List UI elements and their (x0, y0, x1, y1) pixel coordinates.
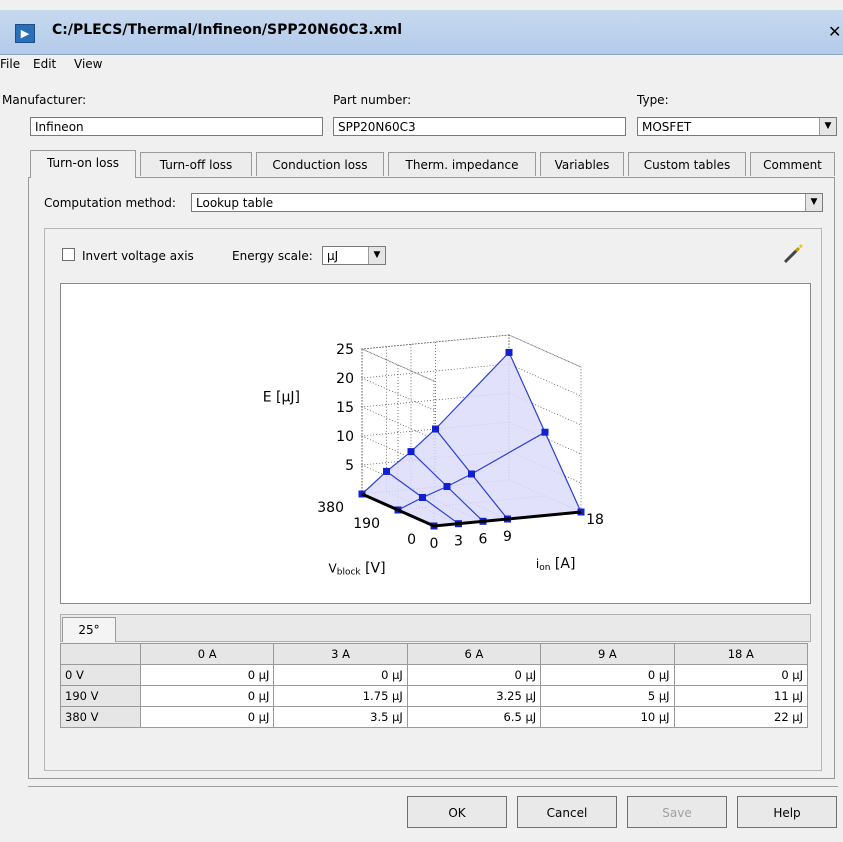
loss-surface-chart: 510152025E [μJ]3801900 0 3 6 918Vblock [V] io… (263, 334, 604, 578)
part-number-label: Part number: (333, 93, 412, 107)
row-header[interactable]: 380 V (60, 706, 141, 728)
cancel-button[interactable]: Cancel (517, 796, 617, 828)
computation-method-label: Computation method: (44, 196, 176, 210)
data-point (443, 483, 451, 490)
table-row: 380 V 0 μJ 3.5 μJ 6.5 μJ 10 μJ 22 μJ (60, 706, 809, 728)
table-cell[interactable]: 0 μJ (540, 664, 675, 686)
i-tick-label: 18 (586, 512, 604, 528)
menu-file[interactable]: File (0, 57, 20, 71)
table-cell[interactable]: 0 μJ (273, 664, 408, 686)
invert-voltage-label: Invert voltage axis (82, 249, 194, 263)
window-title: C:/PLECS/Thermal/Infineon/SPP20N60C3.xml (52, 22, 403, 38)
type-value: MOSFET (642, 120, 692, 134)
tab-variables[interactable]: Variables (540, 152, 624, 176)
column-header[interactable]: 0 A (139, 643, 275, 665)
table-corner-cell (60, 643, 141, 665)
tab-custom-tables[interactable]: Custom tables (628, 152, 746, 176)
data-point (541, 428, 549, 436)
manufacturer-input[interactable]: Infineon (30, 117, 323, 136)
data-point (383, 467, 390, 475)
table-row: 190 V 0 μJ 1.75 μJ 3.25 μJ 5 μJ 11 μJ (60, 685, 809, 707)
table-cell[interactable]: 0 μJ (139, 706, 275, 728)
computation-method-value: Lookup table (196, 196, 274, 210)
help-button[interactable]: Help (737, 796, 837, 828)
divider (28, 786, 838, 787)
app-icon: ▶ (15, 24, 35, 43)
row-header[interactable]: 0 V (60, 664, 141, 686)
z-axis-label: E [μJ] (263, 389, 300, 405)
energy-scale-value: μJ (327, 249, 339, 263)
ok-button[interactable]: OK (407, 796, 507, 828)
table-cell[interactable]: 10 μJ (540, 706, 675, 728)
computation-method-dropdown[interactable]: Lookup table ▼ (191, 193, 823, 212)
i-axis-label: ion [A] (536, 556, 576, 573)
column-header[interactable]: 9 A (540, 643, 675, 665)
z-tick-label: 20 (336, 371, 354, 387)
menu-edit[interactable]: Edit (33, 57, 56, 71)
tab-comment[interactable]: Comment (750, 152, 835, 176)
table-cell[interactable]: 5 μJ (540, 685, 675, 707)
v-tick-label: 380 (317, 500, 344, 516)
data-point (432, 425, 439, 433)
table-cell[interactable]: 6.5 μJ (406, 706, 542, 728)
energy-scale-dropdown[interactable]: μJ ▼ (322, 246, 386, 265)
v-axis-label: Vblock [V] (329, 561, 386, 578)
column-header[interactable]: 18 A (673, 643, 809, 665)
z-tick-label: 25 (336, 342, 354, 358)
type-label: Type: (637, 93, 669, 107)
menu-view[interactable]: View (74, 57, 102, 71)
tab-temperature-25[interactable]: 25° (62, 617, 116, 642)
table-cell[interactable]: 1.75 μJ (273, 685, 408, 707)
manufacturer-label: Manufacturer: (2, 93, 87, 107)
data-point (407, 448, 415, 456)
menu-bar: File Edit View (0, 54, 843, 74)
close-button[interactable]: ✕ (828, 20, 843, 44)
z-tick-label: 10 (336, 429, 354, 445)
table-cell[interactable]: 3.5 μJ (273, 706, 408, 728)
tab-therm-impedance[interactable]: Therm. impedance (388, 152, 536, 176)
i-tick-label: 9 (503, 529, 512, 545)
z-tick-label: 15 (336, 400, 354, 416)
column-header[interactable]: 6 A (406, 643, 542, 665)
tab-turn-on-loss[interactable]: Turn-on loss (30, 150, 136, 178)
invert-voltage-checkbox[interactable] (62, 248, 75, 261)
z-tick-label: 5 (345, 458, 354, 474)
plot-area: 5 10 15 20 25 E [μJ] 380 190 0 0 3 6 9 18 Vblock [V] io… (60, 283, 811, 604)
v-tick-label: 0 (407, 532, 416, 548)
table-header-row: 0 A 3 A 6 A 9 A 18 A (60, 643, 809, 665)
data-point (505, 348, 513, 356)
chevron-down-icon[interactable]: ▼ (368, 247, 385, 264)
table-cell[interactable]: 11 μJ (673, 685, 809, 707)
data-point (468, 470, 475, 478)
table-cell[interactable]: 3.25 μJ (406, 685, 542, 707)
title-bar: ▶ C:/PLECS/Thermal/Infineon/SPP20N60C3.x… (0, 10, 843, 55)
table-cell[interactable]: 0 μJ (139, 685, 275, 707)
table-cell[interactable]: 0 μJ (406, 664, 542, 686)
grid-line (360, 334, 582, 382)
row-header[interactable]: 190 V (60, 685, 141, 707)
data-point (419, 494, 426, 501)
table-row: 0 V 0 μJ 0 μJ 0 μJ 0 μJ 0 μJ (60, 664, 809, 686)
i-tick-label: 3 (454, 534, 463, 550)
column-header[interactable]: 3 A (273, 643, 408, 665)
i-tick-label: 0 (430, 536, 439, 552)
chevron-down-icon[interactable]: ▼ (805, 194, 822, 211)
save-button[interactable]: Save (627, 796, 727, 828)
energy-scale-label: Energy scale: (232, 249, 313, 263)
magic-wand-icon[interactable] (781, 243, 805, 265)
tab-conduction-loss[interactable]: Conduction loss (256, 152, 384, 176)
type-dropdown[interactable]: MOSFET ▼ (637, 117, 837, 136)
v-tick-label: 190 (353, 516, 380, 532)
temperature-tab-bar (60, 614, 811, 642)
chevron-down-icon[interactable]: ▼ (819, 118, 836, 135)
tab-turn-off-loss[interactable]: Turn-off loss (140, 152, 252, 176)
part-number-input[interactable]: SPP20N60C3 (333, 117, 626, 136)
i-tick-label: 6 (479, 531, 488, 547)
loss-table: 0 A 3 A 6 A 9 A 18 A 0 V 0 μJ 0 μJ 0 μJ … (60, 643, 809, 728)
table-cell[interactable]: 0 μJ (673, 664, 809, 686)
table-cell[interactable]: 0 μJ (139, 664, 275, 686)
table-cell[interactable]: 22 μJ (673, 706, 809, 728)
